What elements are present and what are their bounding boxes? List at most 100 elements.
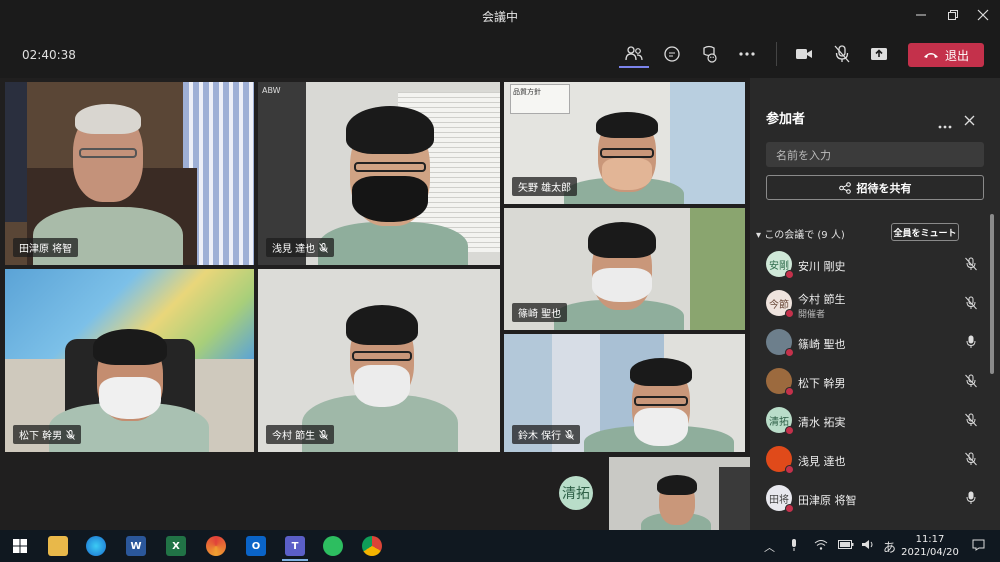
minimize-button[interactable] [906, 0, 936, 30]
meeting-control-bar: 02:40:38 退出 [0, 30, 1000, 78]
presence-dot [785, 387, 794, 396]
person-hair [75, 104, 141, 134]
people-icon [625, 46, 643, 61]
person-hair [657, 475, 697, 495]
mic-off-icon[interactable] [964, 374, 978, 388]
chevron-down-icon: ▾ [756, 230, 762, 241]
participant-role: 開催者 [798, 310, 826, 320]
chat-button[interactable] [657, 40, 687, 68]
close-icon [964, 115, 975, 126]
video-tile[interactable]: ABW 浅見 達也 [258, 82, 500, 265]
wifi-icon[interactable] [814, 539, 828, 553]
more-icon [938, 125, 952, 129]
participant-row[interactable]: 今節 今村 節生開催者 [764, 287, 984, 321]
tray-chevron-icon[interactable]: ︿ [764, 539, 775, 555]
share-invite-button[interactable]: 招待を共有 [766, 175, 984, 200]
panel-close-button[interactable] [964, 111, 975, 130]
video-tile[interactable]: 松下 幹男 [5, 269, 254, 452]
mic-off-icon[interactable] [964, 257, 978, 271]
face-mask [592, 268, 652, 302]
tile-name-badge: 今村 節生 [266, 425, 335, 444]
plant [690, 208, 745, 330]
mic-off-icon[interactable] [964, 413, 978, 427]
taskbar-clock[interactable]: 11:17 2021/04/20 [900, 533, 960, 559]
self-preview-video[interactable] [609, 457, 750, 530]
toolbar-divider [776, 42, 777, 66]
participant-row[interactable]: 清拓 清水 拓実 [764, 404, 984, 438]
participant-row[interactable]: 松下 幹男 [764, 365, 984, 399]
participant-row[interactable]: 浅見 達也 [764, 443, 984, 477]
app-icon[interactable] [206, 536, 226, 556]
microphone-button[interactable] [827, 40, 857, 68]
reactions-button[interactable] [694, 40, 724, 68]
mic-off-icon [319, 429, 329, 440]
abw-sign: ABW [262, 86, 281, 95]
avatar-initials: 清拓 [769, 416, 789, 428]
more-icon [739, 52, 755, 56]
participant-row[interactable]: 篠崎 聖也 [764, 326, 984, 360]
mic-off-icon[interactable] [964, 452, 978, 466]
word-icon[interactable]: W [126, 536, 146, 556]
maximize-button[interactable] [938, 0, 968, 30]
presence-dot [785, 309, 794, 318]
participant-avatar: 今節 [766, 290, 794, 318]
start-button[interactable] [10, 536, 30, 556]
glasses [600, 148, 654, 158]
tile-name-badge: 篠崎 聖也 [512, 303, 568, 322]
participant-row[interactable]: 安剛 安川 剛史 [764, 248, 984, 282]
participant-name: 今村 節生 [798, 293, 846, 306]
leave-button[interactable]: 退出 [908, 43, 984, 67]
participants-panel: 参加者 名前を入力 招待を共有 ▾ この会議で (9 人) 全員をミュート 安剛… [750, 78, 1000, 530]
participants-button[interactable] [619, 40, 649, 68]
mute-all-button[interactable]: 全員をミュート [891, 223, 959, 241]
close-window-button[interactable] [968, 0, 998, 30]
teams-icon[interactable]: T [285, 536, 305, 556]
mic-off-icon [834, 45, 850, 63]
share-screen-button[interactable] [864, 40, 894, 68]
battery-icon[interactable] [838, 539, 854, 552]
doorway [719, 467, 750, 530]
outlook-icon[interactable]: O [246, 536, 266, 556]
participant-row[interactable]: 田将 田津原 将智 [764, 482, 984, 516]
ime-indicator[interactable]: あ [883, 537, 896, 556]
video-tile[interactable]: 品質方針 矢野 雄太郎 [504, 82, 745, 204]
share-link-icon [838, 181, 851, 194]
notification-icon[interactable] [972, 539, 985, 554]
panel-title: 参加者 [766, 112, 806, 127]
presence-dot [785, 465, 794, 474]
participant-name: 浅見 達也 [798, 455, 846, 468]
participant-name: 安川 剛史 [798, 260, 846, 273]
glasses [79, 148, 137, 158]
volume-icon[interactable] [862, 539, 875, 553]
participant-avatar [766, 329, 794, 357]
participant-name: 松下 幹男 [798, 377, 846, 390]
video-tile[interactable]: 今村 節生 [258, 269, 500, 452]
participant-search-input[interactable]: 名前を入力 [766, 142, 984, 167]
section-header[interactable]: ▾ この会議で (9 人) [756, 226, 845, 241]
face-mask [634, 408, 688, 446]
more-actions-button[interactable] [732, 40, 762, 68]
video-tile[interactable]: 篠崎 聖也 [504, 208, 745, 330]
file-explorer-icon[interactable] [48, 536, 68, 556]
camera-button[interactable] [789, 40, 819, 68]
panel-more-button[interactable] [938, 114, 952, 133]
panel-scrollbar[interactable] [990, 214, 994, 374]
camera-icon [796, 49, 812, 59]
video-tile[interactable]: 鈴木 保行 [504, 334, 745, 452]
chrome-icon[interactable] [362, 536, 382, 556]
share-icon [871, 48, 887, 60]
excel-icon[interactable]: X [166, 536, 186, 556]
face-mask [99, 377, 161, 419]
presence-dot [785, 426, 794, 435]
mic-icon[interactable] [964, 335, 978, 349]
chat-icon [664, 46, 680, 62]
avatar-initials: 田将 [769, 494, 789, 506]
video-stage: 田津原 将智 ABW 浅見 達也 品質方針 矢野 雄太郎 篠崎 聖也 松下 幹男… [0, 78, 750, 530]
mic-off-icon[interactable] [964, 296, 978, 310]
person-hair [630, 358, 692, 386]
mic-icon[interactable] [964, 491, 978, 505]
minimize-icon [916, 14, 926, 16]
evernote-icon[interactable] [323, 536, 343, 556]
edge-icon[interactable] [86, 536, 106, 556]
video-tile[interactable]: 田津原 将智 [5, 82, 254, 265]
